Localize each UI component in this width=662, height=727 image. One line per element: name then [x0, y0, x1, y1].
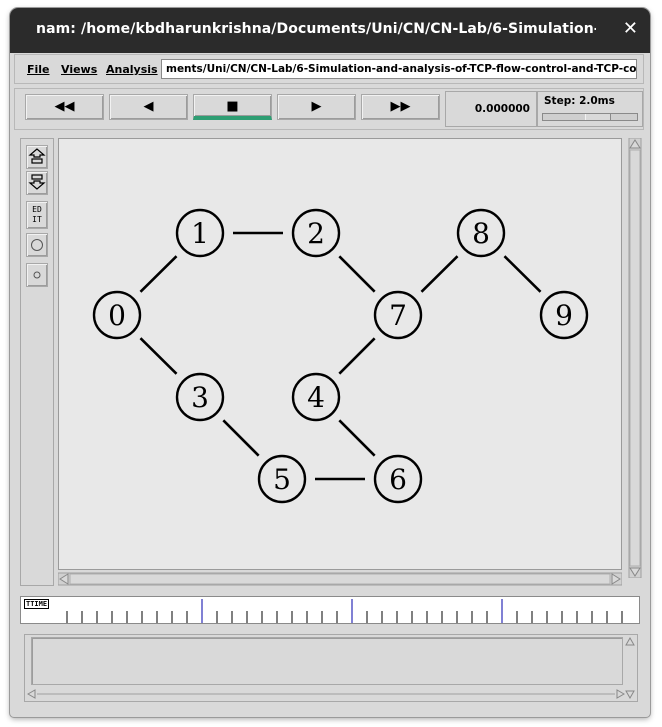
canvas-frame: 0 1 2 3 4 5 6 7 8 9 — [56, 138, 642, 586]
zoom-in-button[interactable] — [26, 145, 48, 169]
edit-toolbar: ED IT — [20, 138, 54, 586]
title-bar: nam: /home/kbdharunkrishna/Documents/Uni… — [10, 8, 650, 53]
horizontal-scrollbar[interactable] — [58, 572, 622, 586]
circle-large-icon — [31, 239, 43, 251]
zoom-in-icon — [28, 148, 46, 164]
window-title: nam: /home/kbdharunkrishna/Documents/Uni… — [36, 21, 596, 37]
vertical-scroll-thumb — [629, 149, 641, 567]
node-label: 5 — [273, 463, 291, 496]
play-button[interactable]: ▶ — [277, 94, 356, 120]
annotation-vscroll[interactable] — [625, 637, 635, 699]
rewind-button[interactable]: ◀◀ — [25, 94, 104, 120]
node-label: 1 — [191, 217, 209, 250]
edit-button[interactable]: ED IT — [26, 201, 48, 229]
network-canvas[interactable]: 0 1 2 3 4 5 6 7 8 9 — [58, 138, 622, 570]
menu-analysis[interactable]: Analysis — [106, 63, 158, 76]
menu-file-label: File — [27, 63, 50, 76]
close-icon[interactable]: ✕ — [623, 18, 638, 39]
node-3[interactable]: 3 — [175, 372, 225, 422]
node-5[interactable]: 5 — [257, 454, 307, 504]
fast-forward-button[interactable]: ▶▶ — [361, 94, 440, 120]
menu-file[interactable]: File — [27, 63, 50, 76]
network-graph: 0 1 2 3 4 5 6 7 8 9 — [92, 208, 589, 504]
annotation-area[interactable] — [31, 637, 623, 685]
node-label: 9 — [555, 299, 573, 332]
node-6[interactable]: 6 — [373, 454, 423, 504]
node-label: 6 — [389, 463, 407, 496]
menu-bar: File Views Analysis ments/Uni/CN/CN-Lab/… — [14, 54, 644, 84]
node-9[interactable]: 9 — [539, 290, 589, 340]
trace-file-path[interactable]: ments/Uni/CN/CN-Lab/6-Simulation-and-ana… — [161, 59, 637, 79]
link-0-1[interactable] — [139, 255, 178, 293]
node-label: 0 — [108, 299, 126, 332]
time-display: 0.000000 — [445, 91, 537, 127]
node-0[interactable]: 0 — [92, 290, 142, 340]
horizontal-scroll-thumb — [69, 573, 611, 585]
link-7-8[interactable] — [420, 255, 459, 293]
link-3-5[interactable] — [222, 419, 260, 457]
node-label: 4 — [307, 381, 325, 414]
annotation-hscroll[interactable] — [27, 689, 625, 699]
link-4-7[interactable] — [338, 337, 376, 375]
zoom-out-icon — [28, 174, 46, 190]
node-label: 7 — [389, 299, 407, 332]
nam-window: nam: /home/kbdharunkrishna/Documents/Uni… — [10, 8, 650, 717]
step-control: Step: 2.0ms — [537, 91, 643, 127]
node-label: 8 — [472, 217, 490, 250]
node-2[interactable]: 2 — [291, 208, 341, 258]
link-4-6[interactable] — [338, 419, 376, 457]
circle-small-icon — [33, 271, 41, 279]
large-circle-button[interactable] — [26, 233, 48, 257]
time-slider-thumb[interactable]: TTIME — [24, 599, 50, 609]
node-label: 2 — [307, 217, 325, 250]
menu-views-label: Views — [61, 63, 98, 76]
link-8-9[interactable] — [503, 255, 542, 293]
step-slider-knob[interactable] — [585, 114, 611, 120]
node-8[interactable]: 8 — [456, 208, 506, 258]
node-4[interactable]: 4 — [291, 372, 341, 422]
menu-analysis-label: Analysis — [106, 63, 158, 76]
small-circle-button[interactable] — [26, 263, 48, 287]
timeline-ticks — [66, 599, 623, 623]
time-slider[interactable]: TTIME — [20, 596, 640, 624]
playback-controls: ◀◀ ◀ ■ ▶ ▶▶ 0.000000 Step: 2.0ms — [14, 88, 644, 130]
node-label: 3 — [191, 381, 209, 414]
node-7[interactable]: 7 — [373, 290, 423, 340]
node-1[interactable]: 1 — [175, 208, 225, 258]
step-label: Step: 2.0ms — [544, 95, 615, 107]
menu-views[interactable]: Views — [61, 63, 97, 76]
stop-button[interactable]: ■ — [193, 94, 272, 120]
annotation-panel — [24, 634, 638, 702]
step-slider[interactable] — [542, 113, 638, 121]
step-back-button[interactable]: ◀ — [109, 94, 188, 120]
link-2-7[interactable] — [338, 255, 376, 293]
zoom-out-button[interactable] — [26, 171, 48, 195]
vertical-scrollbar[interactable] — [628, 138, 642, 578]
time-value: 0.000000 — [474, 103, 530, 115]
link-0-3[interactable] — [139, 337, 178, 375]
